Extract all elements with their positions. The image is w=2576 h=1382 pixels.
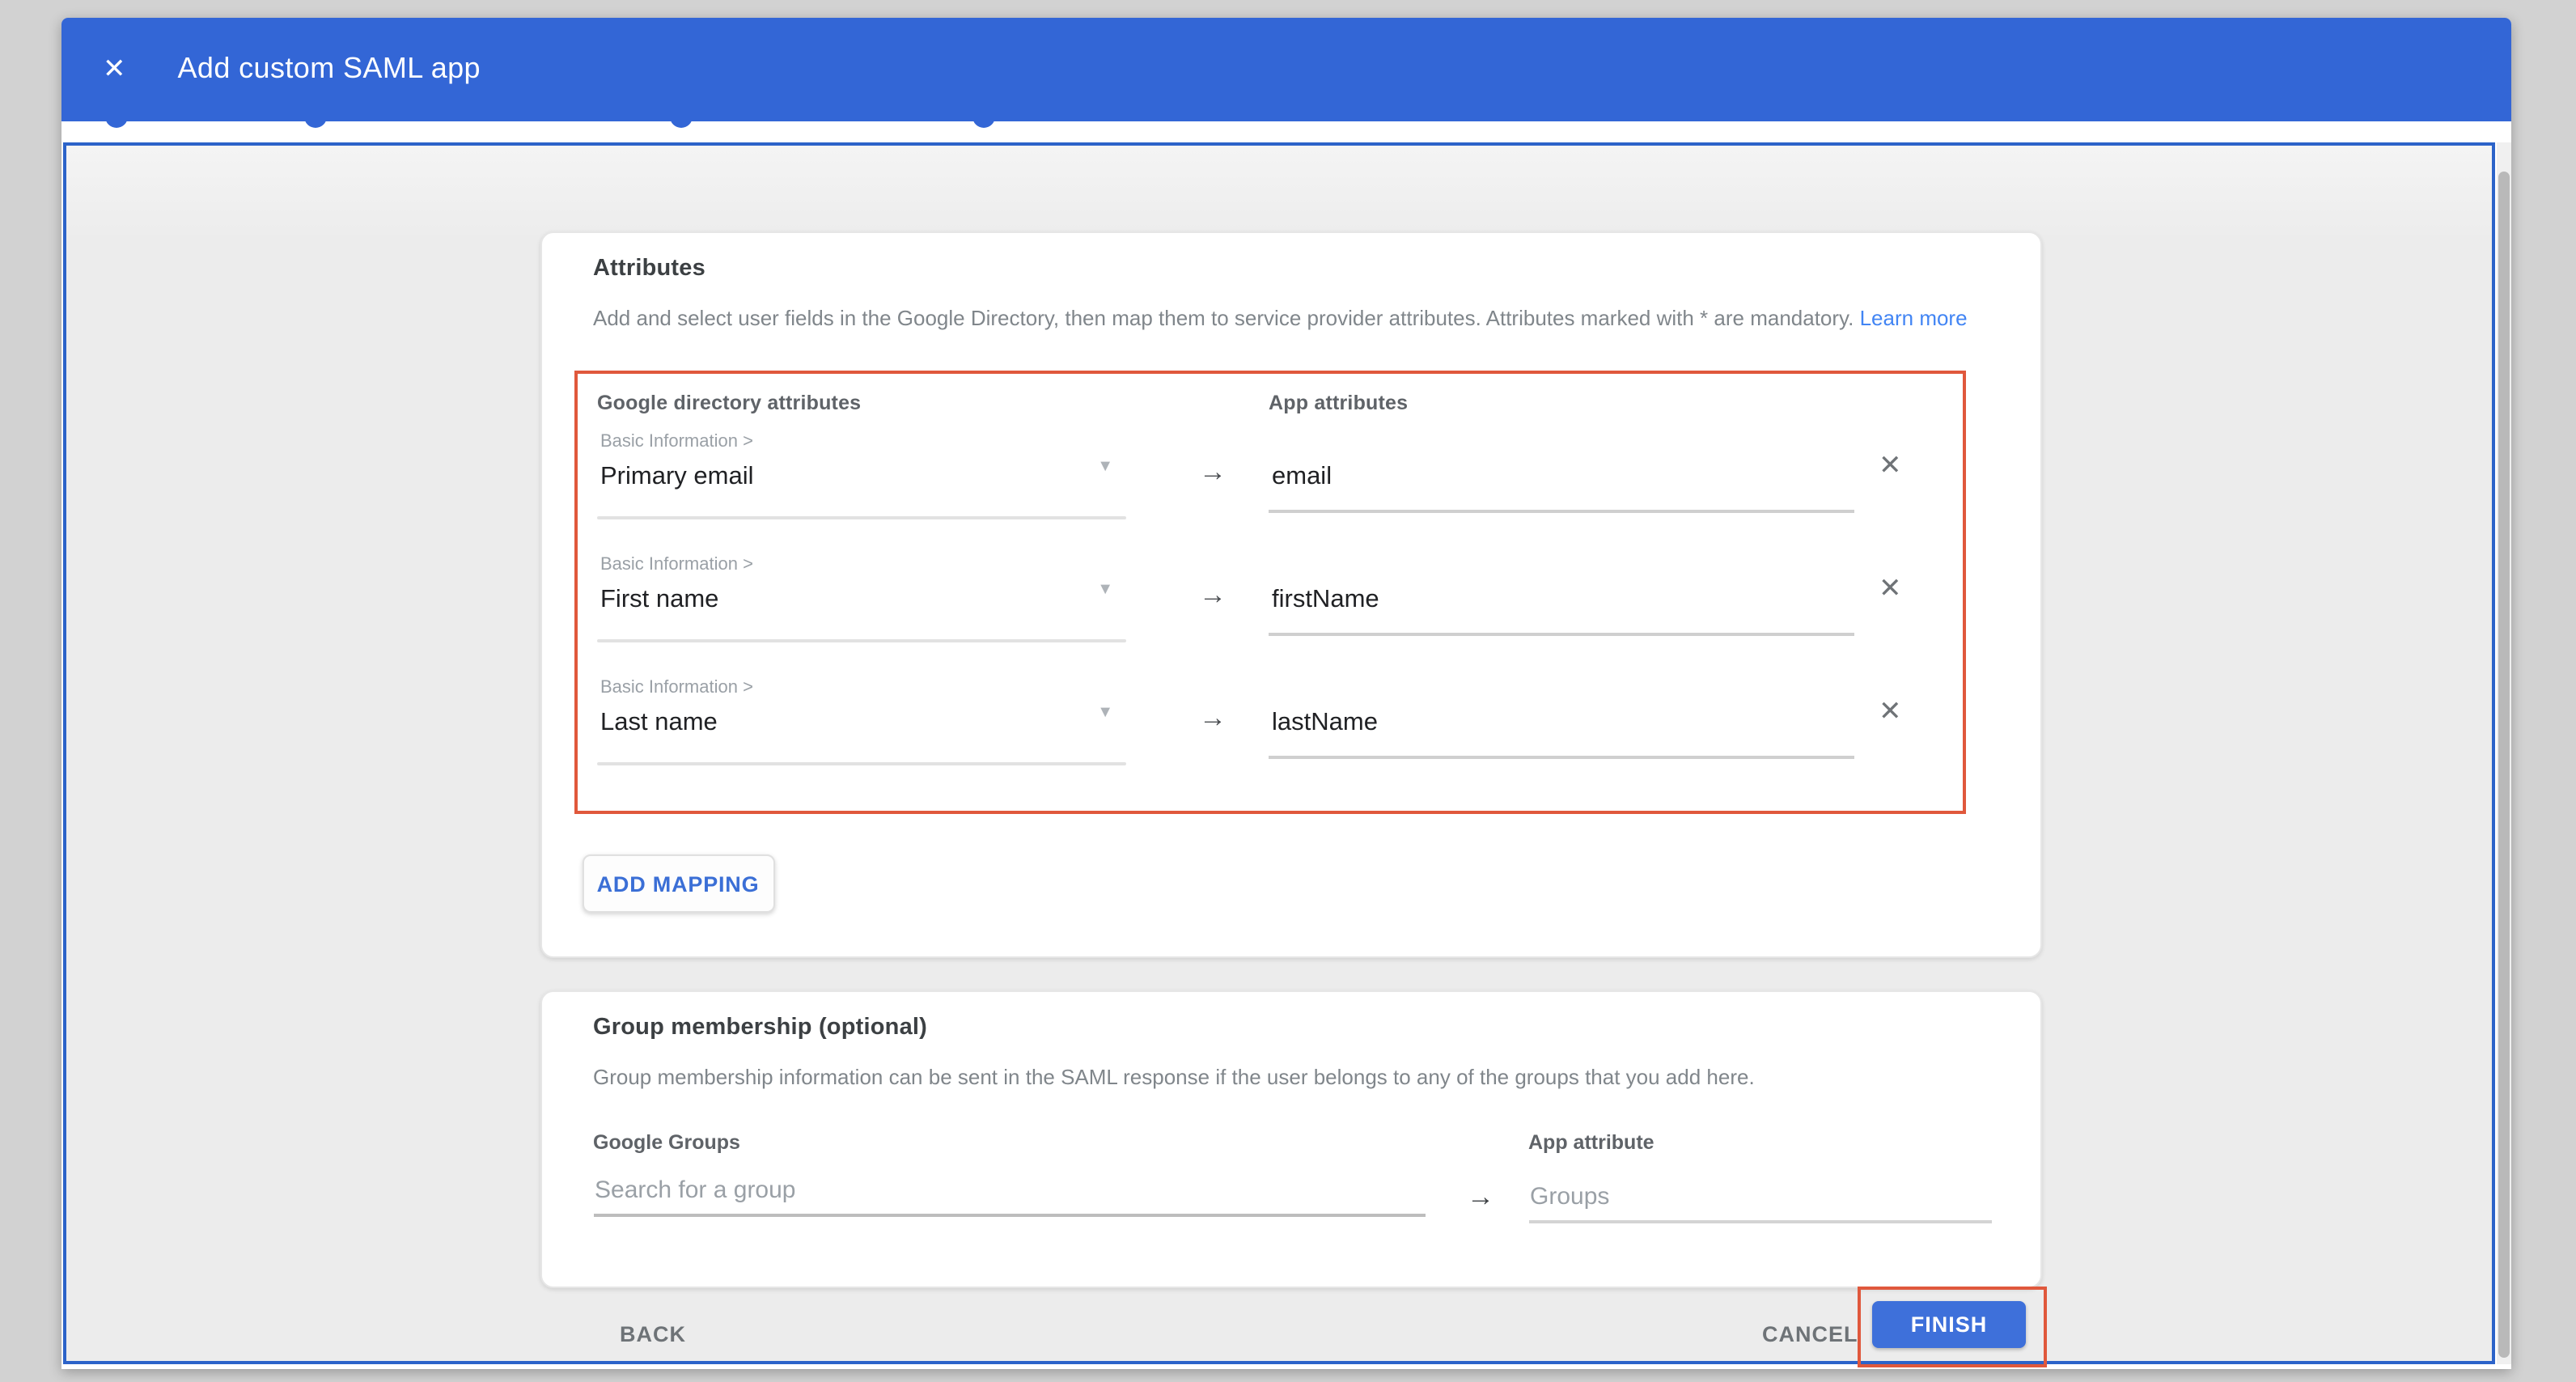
- app-attribute-input[interactable]: [1269, 451, 1854, 513]
- attribute-mapping-row: Basic Information > First name ▼ → ✕: [597, 555, 1943, 655]
- dialog-header: ✕ Add custom SAML app: [61, 17, 2511, 121]
- group-card-title: Group membership (optional): [593, 1015, 927, 1041]
- mapping-arrow-icon: →: [1199, 579, 1227, 612]
- remove-mapping-icon[interactable]: ✕: [1879, 697, 1902, 725]
- attributes-card: Attributes Add and select user fields in…: [540, 231, 2042, 957]
- select-underline: [597, 762, 1126, 765]
- learn-more-link[interactable]: Learn more: [1860, 305, 1968, 329]
- attributes-description-text: Add and select user fields in the Google…: [593, 305, 1854, 329]
- finish-button[interactable]: FINISH: [1872, 1300, 2026, 1347]
- remove-mapping-icon[interactable]: ✕: [1879, 451, 1902, 479]
- add-saml-app-dialog: ✕ Add custom SAML app Attributes Add and…: [61, 17, 2511, 1369]
- select-underline: [597, 516, 1126, 519]
- app-attribute-input[interactable]: [1269, 697, 1854, 759]
- group-search-input[interactable]: [593, 1176, 1425, 1217]
- directory-attributes-column-header: Google directory attributes: [597, 392, 861, 414]
- page: ✕ Add custom SAML app Attributes Add and…: [0, 0, 2576, 1382]
- attribute-field-value: First name: [600, 586, 718, 615]
- chevron-down-icon: ▼: [1097, 458, 1113, 476]
- dialog-title: Add custom SAML app: [178, 53, 481, 87]
- close-icon[interactable]: ✕: [103, 56, 126, 83]
- directory-attribute-select[interactable]: Basic Information > Last name ▼: [597, 678, 1126, 769]
- chevron-down-icon: ▼: [1097, 581, 1113, 599]
- group-card-description: Group membership information can be sent…: [593, 1063, 1995, 1094]
- attribute-field-value: Primary email: [600, 463, 753, 492]
- scrollbar-track[interactable]: [2497, 142, 2511, 1364]
- attribute-category-label: Basic Information >: [600, 678, 753, 697]
- google-groups-header: Google Groups: [593, 1131, 740, 1154]
- group-app-attribute-input[interactable]: [1528, 1183, 1991, 1223]
- attributes-card-description: Add and select user fields in the Google…: [593, 303, 1995, 334]
- group-app-attribute-header: App attribute: [1528, 1131, 1654, 1154]
- chevron-down-icon: ▼: [1097, 704, 1113, 722]
- app-attributes-column-header: App attributes: [1269, 392, 1408, 414]
- attribute-category-label: Basic Information >: [600, 432, 753, 451]
- back-button[interactable]: BACK: [610, 1321, 696, 1348]
- attribute-category-label: Basic Information >: [600, 555, 753, 574]
- mapping-arrow-icon: →: [1199, 702, 1227, 735]
- select-underline: [597, 639, 1126, 642]
- attribute-mapping-row: Basic Information > Primary email ▼ → ✕: [597, 432, 1943, 532]
- attribute-field-value: Last name: [600, 709, 718, 738]
- directory-attribute-select[interactable]: Basic Information > Primary email ▼: [597, 432, 1126, 523]
- app-attribute-input[interactable]: [1269, 574, 1854, 636]
- group-membership-card: Group membership (optional) Group member…: [540, 990, 2042, 1288]
- mapping-table-annotation-box: Google directory attributes App attribut…: [574, 371, 1966, 814]
- group-mapping-arrow-icon: →: [1467, 1181, 1494, 1214]
- cancel-button[interactable]: CANCEL: [1752, 1321, 1868, 1348]
- directory-attribute-select[interactable]: Basic Information > First name ▼: [597, 555, 1126, 646]
- attributes-card-title: Attributes: [593, 255, 705, 281]
- attribute-mapping-row: Basic Information > Last name ▼ → ✕: [597, 678, 1943, 778]
- remove-mapping-icon[interactable]: ✕: [1879, 574, 1902, 602]
- add-mapping-button[interactable]: ADD MAPPING: [582, 854, 774, 913]
- mapping-arrow-icon: →: [1199, 456, 1227, 489]
- content-panel: Attributes Add and select user fields in…: [63, 142, 2494, 1364]
- scrollbar-thumb[interactable]: [2498, 171, 2510, 1357]
